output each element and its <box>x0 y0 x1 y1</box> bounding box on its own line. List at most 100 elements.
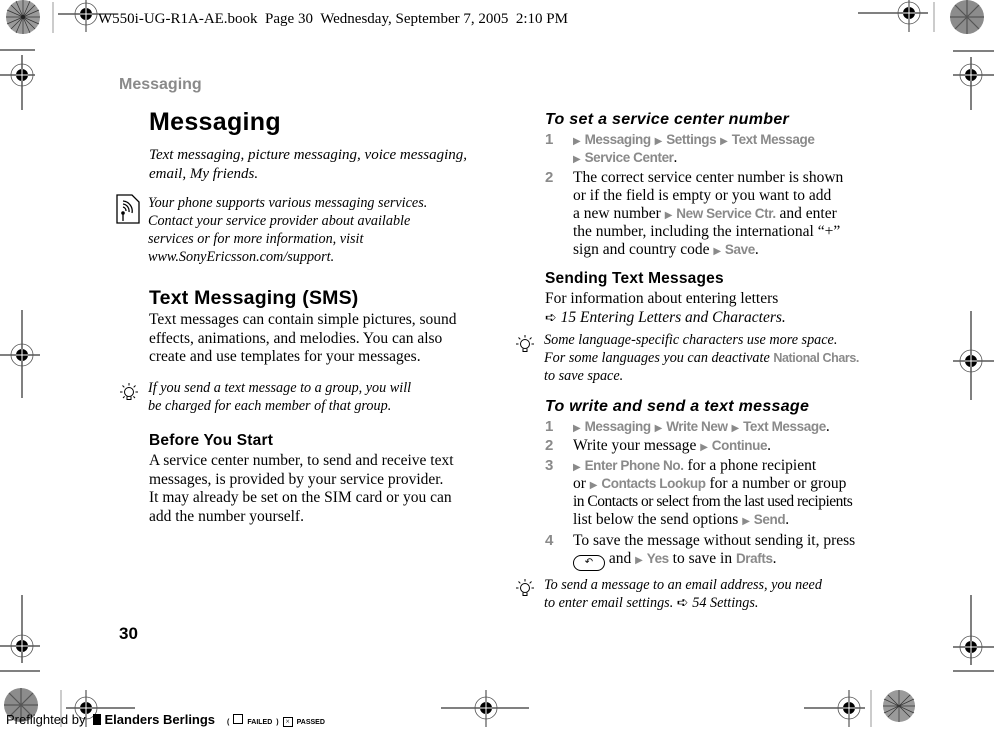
color-bar-starburst-bottom-right <box>883 690 915 722</box>
passed-label: PASSED <box>296 719 325 726</box>
sms-body: Text messages can contain simple picture… <box>149 311 457 367</box>
preflight-footer: Preflighted by Elanders Berlings ( FAILE… <box>6 712 325 727</box>
text: for a phone recipient <box>687 457 817 474</box>
cross-reference-text[interactable]: 54 Settings <box>692 595 755 611</box>
step-number: 2 <box>545 437 554 454</box>
before-body: A service center number, to send and rec… <box>149 452 454 526</box>
menu-item: Save <box>724 242 755 257</box>
cross-reference-text[interactable]: 15 Entering Letters and Characters <box>561 309 782 326</box>
menu-item: Continue <box>711 438 768 453</box>
step-1-menu-path: ▶ Messaging ▶ Write New ▶ Text Message. <box>573 418 830 435</box>
step-1-menu-path-cont: ▶ Service Center. <box>573 149 678 166</box>
chapter-intro: Text messaging, picture messaging, voice… <box>149 146 467 183</box>
menu-arrow-icon: ▶ <box>713 246 722 257</box>
text: list below the send options <box>573 511 739 528</box>
step-text: ↶ and ▶ Yes to save in Drafts. <box>573 550 776 571</box>
step-number: 1 <box>545 418 554 435</box>
tip-line: to save space. <box>544 368 624 384</box>
step-number: 3 <box>545 457 554 474</box>
back-key-icon: ↶ <box>573 555 605 571</box>
network-services-icon <box>116 194 140 224</box>
left-column: Messaging <box>149 108 509 137</box>
body-line: messages, is provided by your service pr… <box>149 470 444 488</box>
cross-reference-arrow-icon: ➪ <box>676 595 689 611</box>
tip-line: To send a message to an email address, y… <box>544 577 822 593</box>
menu-item: Messaging <box>584 132 652 147</box>
step-text: the number, including the international … <box>573 223 841 240</box>
menu-item: Text Message <box>743 419 826 434</box>
tip-line: For some languages you can deactivate Na… <box>544 349 859 367</box>
failed-checkbox <box>233 714 244 724</box>
menu-arrow-icon: ▶ <box>742 516 750 527</box>
section-heading-sms: Text Messaging (SMS) <box>149 287 359 309</box>
lightbulb-tip-icon <box>120 383 138 400</box>
passed-checkbox: × <box>282 717 293 727</box>
group-charge-tip: If you send a text message to a group, y… <box>148 379 411 415</box>
lightbulb-tip-icon <box>516 579 534 596</box>
note-line: services or for more information, visit <box>148 231 364 247</box>
tip-line: be charged for each member of that group… <box>148 398 392 414</box>
text: or <box>573 475 586 492</box>
email-settings-tip: To send a message to an email address, y… <box>544 576 822 612</box>
menu-arrow-icon: ▶ <box>573 154 581 165</box>
cross-reference[interactable]: ➪ 15 Entering Letters and Characters. <box>545 309 786 329</box>
menu-arrow-icon: ▶ <box>635 555 643 566</box>
lightbulb-tip-icon <box>516 335 534 352</box>
menu-arrow-icon: ▶ <box>573 136 581 147</box>
text: a new number <box>573 205 661 222</box>
note-line: Contact your service provider about avai… <box>148 213 411 229</box>
tip-line: to enter email settings. ➪ 54 Settings. <box>544 595 759 611</box>
tip-line: If you send a text message to a group, y… <box>148 380 412 396</box>
step-text: To save the message without sending it, … <box>573 532 856 549</box>
elanders-logo-icon <box>92 714 101 725</box>
step-text: sign and country code ▶ Save. <box>573 241 759 258</box>
step-text: Write your message ▶ Continue. <box>573 437 771 454</box>
heading-set-service-center: To set a service center number <box>545 111 790 128</box>
section-heading-before-you-start: Before You Start <box>149 432 274 449</box>
step-text: list below the send options ▶ Send. <box>573 511 790 528</box>
color-bar-starburst-top-right <box>950 0 984 34</box>
menu-item: Messaging <box>584 419 652 434</box>
menu-item: National Chars. <box>773 351 859 365</box>
menu-arrow-icon: ▶ <box>700 442 708 453</box>
write-send-steps: 1 ▶ Messaging ▶ Write New ▶ Text Message… <box>545 417 905 577</box>
note-line: www.SonyEricsson.com/support. <box>148 249 335 265</box>
sending-body: For information about entering letters ➪… <box>545 290 786 328</box>
body-line: Text messages can contain simple picture… <box>149 311 457 328</box>
menu-item: Drafts <box>735 551 773 566</box>
menu-item: Settings <box>666 132 717 147</box>
body-line: add the number yourself. <box>149 507 304 525</box>
menu-arrow-icon: ▶ <box>589 480 598 491</box>
menu-item: Yes <box>646 551 669 566</box>
operator-note: Your phone supports various messaging se… <box>148 194 427 266</box>
body-line: create and use templates for your messag… <box>149 348 421 366</box>
note-line: Your phone supports various messaging se… <box>148 195 428 211</box>
preflight-prefix: Preflighted by <box>6 712 86 727</box>
text: and enter <box>779 205 837 222</box>
body-line: effects, animations, and melodies. You c… <box>149 329 443 347</box>
text: to save in <box>672 550 733 567</box>
menu-arrow-icon: ▶ <box>573 462 581 473</box>
text: sign and country code <box>573 241 710 258</box>
body-line: It may already be set on the SIM card or… <box>149 489 452 507</box>
menu-arrow-icon: ▶ <box>664 210 673 221</box>
menu-item: Enter Phone No. <box>584 458 684 473</box>
menu-arrow-icon: ▶ <box>731 423 740 434</box>
tip-line: Some language-specific characters use mo… <box>544 332 838 348</box>
failed-label: FAILED <box>247 719 273 726</box>
step-text: or if the field is empty or you want to … <box>573 187 832 204</box>
color-bar-starburst-top-left <box>6 0 40 34</box>
running-head: Messaging <box>119 76 202 93</box>
section-heading-sending: Sending Text Messages <box>545 270 724 287</box>
menu-item: Send <box>753 512 786 527</box>
step-number: 4 <box>545 532 554 549</box>
menu-item: Service Center <box>584 150 674 165</box>
intro-line: Text messaging, picture messaging, voice… <box>149 147 468 163</box>
menu-item: New Service Ctr. <box>676 206 776 221</box>
body-line: For information about entering letters <box>545 290 779 307</box>
step-text: in Contacts or select from the last used… <box>573 493 853 510</box>
national-chars-tip: Some language-specific characters use mo… <box>544 331 859 385</box>
page-title: Messaging <box>149 108 281 136</box>
menu-item: Write New <box>666 419 728 434</box>
text: to enter email settings. <box>544 595 674 611</box>
